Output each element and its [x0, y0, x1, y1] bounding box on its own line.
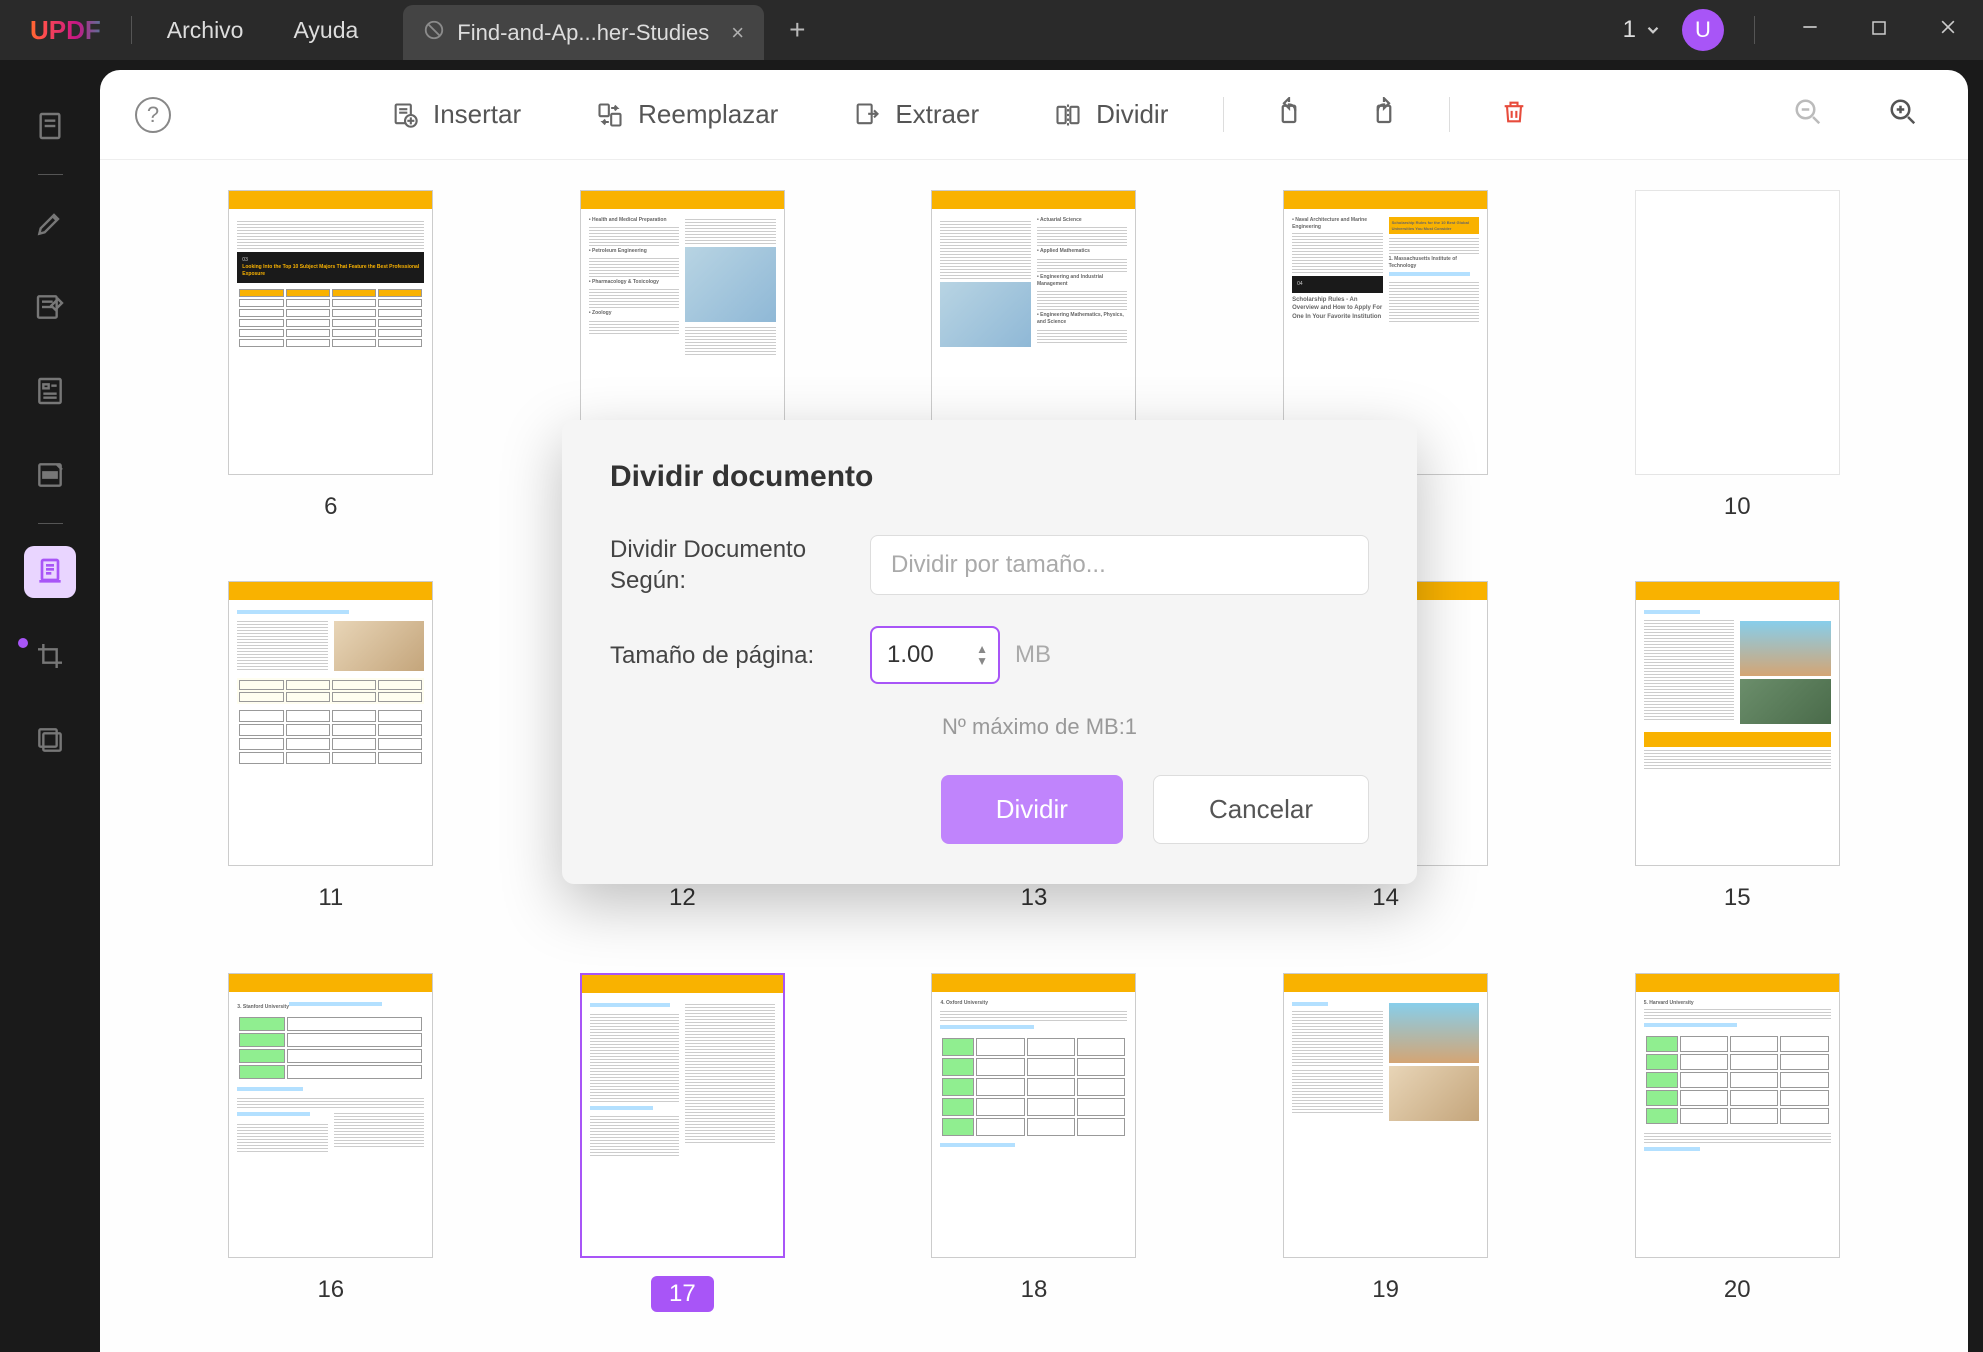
zoom-out-icon — [1793, 97, 1823, 127]
page-number: 17 — [651, 1276, 714, 1312]
page-number: 13 — [1021, 884, 1048, 912]
split-icon — [1054, 101, 1082, 129]
add-tab-button[interactable]: + — [764, 14, 830, 46]
page-number: 18 — [1021, 1276, 1048, 1304]
extract-icon — [853, 101, 881, 129]
page-number: 19 — [1372, 1276, 1399, 1304]
page-number: 12 — [669, 884, 696, 912]
delete-button[interactable] — [1485, 90, 1543, 139]
replace-label: Reemplazar — [638, 99, 778, 130]
rotate-left-icon — [1274, 97, 1304, 127]
sidebar-crop[interactable] — [24, 630, 76, 682]
page-thumb-10[interactable]: 10 — [1606, 190, 1868, 531]
insert-button[interactable]: Insertar — [371, 91, 541, 138]
separator — [1223, 97, 1224, 132]
replace-icon — [596, 101, 624, 129]
page-number: 20 — [1724, 1276, 1751, 1304]
minimize-button[interactable] — [1785, 7, 1835, 53]
titlebar: UPDF Archivo Ayuda Find-and-Ap...her-Stu… — [0, 0, 1983, 60]
page-number: 11 — [318, 884, 343, 912]
user-avatar[interactable]: U — [1682, 9, 1724, 51]
app-logo: UPDF — [10, 15, 121, 46]
sidebar-reader[interactable] — [24, 100, 76, 152]
page-size-label: Tamaño de página: — [610, 640, 870, 671]
page-thumb-20[interactable]: 5. Harvard University 20 — [1606, 973, 1868, 1322]
page-thumb-15[interactable]: 15 — [1606, 581, 1868, 922]
sidebar-redact[interactable] — [24, 449, 76, 501]
page-thumb-11[interactable]: 11 — [200, 581, 462, 922]
split-button[interactable]: Dividir — [1034, 91, 1188, 138]
page-thumb-19[interactable]: 19 — [1255, 973, 1517, 1322]
insert-label: Insertar — [433, 99, 521, 130]
page-number: 16 — [317, 1276, 344, 1304]
help-icon[interactable]: ? — [135, 97, 171, 133]
page-thumb-6[interactable]: 03Looking Into the Top 10 Subject Majors… — [200, 190, 462, 531]
trash-icon — [1500, 98, 1528, 126]
rotate-right-icon — [1369, 97, 1399, 127]
page-number: 6 — [324, 493, 337, 521]
page-number: 1 — [1623, 16, 1636, 44]
tab-doc-icon — [423, 19, 445, 47]
split-confirm-button[interactable]: Dividir — [941, 775, 1123, 844]
page-thumb-17[interactable]: 17 — [552, 973, 814, 1322]
zoom-in-button[interactable] — [1873, 89, 1933, 140]
replace-button[interactable]: Reemplazar — [576, 91, 798, 138]
separator — [1754, 16, 1755, 44]
page-indicator[interactable]: 1 — [1623, 16, 1662, 44]
split-document-dialog: Dividir documento Dividir Documento Segú… — [562, 420, 1417, 884]
tab-close-icon[interactable]: × — [731, 20, 744, 46]
split-by-select[interactable] — [870, 535, 1369, 595]
document-tab[interactable]: Find-and-Ap...her-Studies × — [403, 5, 764, 60]
menu-help[interactable]: Ayuda — [268, 7, 383, 54]
separator — [38, 523, 63, 524]
page-thumb-16[interactable]: 3. Stanford University 16 — [200, 973, 462, 1322]
sidebar-batch[interactable] — [24, 714, 76, 766]
sidebar-form[interactable] — [24, 365, 76, 417]
split-by-label: Dividir Documento Según: — [610, 534, 870, 596]
sidebar-indicator-dot — [18, 638, 28, 648]
maximize-button[interactable] — [1855, 7, 1903, 53]
separator — [131, 16, 132, 44]
separator — [38, 174, 63, 175]
insert-icon — [391, 101, 419, 129]
separator — [1449, 97, 1450, 132]
page-number: 10 — [1724, 493, 1751, 521]
rotate-right-button[interactable] — [1354, 89, 1414, 140]
page-size-value[interactable]: 1.00 — [872, 641, 976, 669]
spinner-down-icon[interactable]: ▼ — [976, 655, 988, 667]
sidebar — [0, 70, 100, 1352]
size-unit: MB — [1015, 641, 1051, 669]
dialog-title: Dividir documento — [610, 460, 1369, 494]
close-button[interactable] — [1923, 7, 1973, 53]
toolbar: ? Insertar Reemplazar Extraer Dividir — [100, 70, 1968, 160]
page-number: 14 — [1372, 884, 1399, 912]
chevron-down-icon — [1644, 21, 1662, 39]
extract-label: Extraer — [895, 99, 979, 130]
rotate-left-button[interactable] — [1259, 89, 1319, 140]
max-size-hint: Nº máximo de MB:1 — [710, 714, 1369, 740]
sidebar-highlight[interactable] — [24, 197, 76, 249]
zoom-out-button[interactable] — [1778, 89, 1838, 140]
page-number: 15 — [1724, 884, 1751, 912]
zoom-in-icon — [1888, 97, 1918, 127]
cancel-button[interactable]: Cancelar — [1153, 775, 1369, 844]
extract-button[interactable]: Extraer — [833, 91, 999, 138]
page-size-spinner[interactable]: 1.00 ▲ ▼ — [870, 626, 1000, 684]
sidebar-organize[interactable] — [24, 546, 76, 598]
sidebar-edit[interactable] — [24, 281, 76, 333]
menu-file[interactable]: Archivo — [142, 7, 269, 54]
tab-title: Find-and-Ap...her-Studies — [457, 20, 709, 46]
page-thumb-18[interactable]: 4. Oxford University 18 — [903, 973, 1165, 1322]
split-label: Dividir — [1096, 99, 1168, 130]
